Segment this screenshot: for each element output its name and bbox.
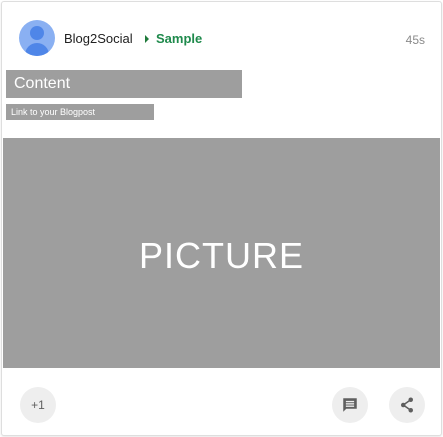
post-timestamp[interactable]: 45s xyxy=(406,32,425,48)
content-title-block: Content xyxy=(6,70,242,98)
share-icon xyxy=(401,397,413,413)
author-name[interactable]: Blog2Social xyxy=(64,31,133,47)
content-title: Content xyxy=(14,75,71,92)
blogpost-link-label: Link to your Blogpost xyxy=(11,107,96,117)
post-card: Blog2Social Sample 45s Content Link to y… xyxy=(1,1,442,436)
community-name[interactable]: Sample xyxy=(156,31,202,47)
avatar-person-icon xyxy=(30,26,44,40)
avatar[interactable] xyxy=(19,20,55,56)
post-header: Blog2Social Sample 45s xyxy=(2,2,441,70)
comment-button[interactable] xyxy=(332,387,368,423)
picture-label: PICTURE xyxy=(138,235,304,276)
post-picture[interactable]: PICTURE xyxy=(3,138,440,368)
avatar-person-shoulders xyxy=(25,43,49,56)
blogpost-link[interactable]: Link to your Blogpost xyxy=(6,104,154,120)
comment-icon xyxy=(343,398,357,412)
share-button[interactable] xyxy=(389,387,425,423)
plus-one-button[interactable]: +1 xyxy=(20,387,56,423)
post-footer: +1 xyxy=(2,368,441,435)
arrow-right-icon xyxy=(145,35,149,43)
